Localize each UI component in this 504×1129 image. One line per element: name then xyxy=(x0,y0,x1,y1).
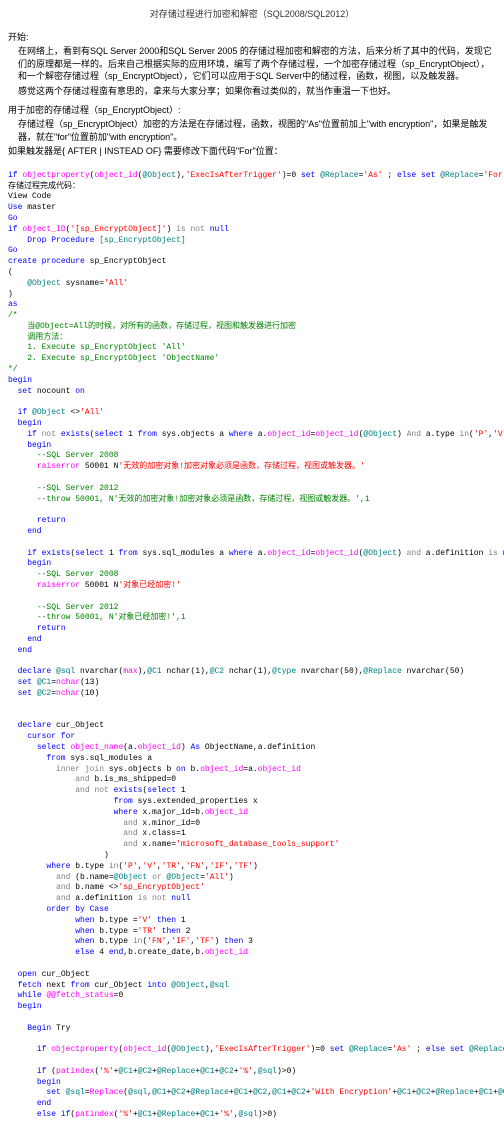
section2-p1: 存储过程（sp_EncryptObject）加密的方法是在存储过程，函数，视图的… xyxy=(18,118,496,143)
page-title: 对存储过程进行加密和解密（SQL2008/SQL2012） xyxy=(8,8,496,21)
section2-p2: 如果触发器是{ AFTER | INSTEAD OF} 需要修改下面代码"For… xyxy=(8,145,496,158)
comment-sp-code: 存储过程完成代码： xyxy=(8,182,80,191)
section1-header: 开始: xyxy=(8,31,496,44)
code-block: if objectproperty(object_id(@Object),'Ex… xyxy=(8,160,496,1121)
section1-p2: 感觉这两个存储过程蛮有意思的，拿来与大家分享；如果你看过类似的，就当作重温一下也… xyxy=(18,85,496,98)
view-code: View Code xyxy=(8,192,51,201)
section2-header: 用于加密的存储过程（sp_EncryptObject）: xyxy=(8,104,496,117)
section1-p1: 在网络上，看到有SQL Server 2000和SQL Server 2005 … xyxy=(18,45,496,83)
